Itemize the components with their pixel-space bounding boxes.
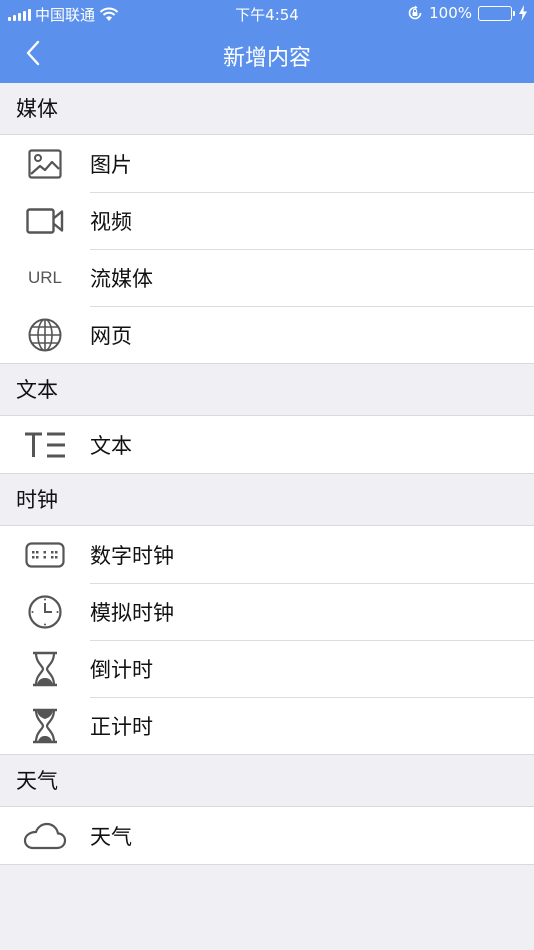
- list-item-label: 流媒体: [90, 266, 153, 291]
- list-item-digital-clock[interactable]: 数字时钟: [0, 526, 534, 583]
- image-icon: [0, 135, 90, 192]
- battery-percent: 100%: [429, 4, 472, 22]
- list-item-label: 模拟时钟: [90, 600, 174, 625]
- section-text: 文本: [0, 416, 534, 474]
- list-item-label: 文本: [90, 433, 132, 458]
- status-right: 100%: [407, 4, 528, 22]
- list-item-stream[interactable]: URL 流媒体: [0, 249, 534, 306]
- section-header-text: 文本: [0, 364, 534, 416]
- text-icon: [0, 416, 90, 473]
- analog-clock-icon: [0, 583, 90, 640]
- page-title: 新增内容: [222, 46, 311, 71]
- list-item-label: 图片: [90, 152, 132, 177]
- section-header-media: 媒体: [0, 83, 534, 135]
- top-bar: 中国联通 下午4:54 100% 新增内容: [0, 0, 534, 83]
- content-list: 媒体 图片 视频 URL 流媒体 网页 文本 文本 时钟 数字时钟 模拟时钟 倒…: [0, 83, 534, 865]
- globe-icon: [0, 306, 90, 363]
- cloud-icon: [0, 807, 90, 864]
- list-item-text[interactable]: 文本: [0, 416, 534, 473]
- section-header-clock: 时钟: [0, 474, 534, 526]
- url-icon: URL: [0, 249, 90, 306]
- charging-icon: [519, 5, 527, 21]
- list-item-label: 天气: [90, 824, 132, 849]
- hourglass-down-icon: [0, 640, 90, 697]
- section-weather: 天气: [0, 807, 534, 865]
- list-item-webpage[interactable]: 网页: [0, 306, 534, 363]
- section-media: 图片 视频 URL 流媒体 网页: [0, 135, 534, 364]
- list-item-label: 正计时: [90, 714, 153, 739]
- list-item-image[interactable]: 图片: [0, 135, 534, 192]
- list-item-count-up[interactable]: 正计时: [0, 697, 534, 754]
- list-item-video[interactable]: 视频: [0, 192, 534, 249]
- navigation-bar: 新增内容: [0, 28, 534, 83]
- list-item-analog-clock[interactable]: 模拟时钟: [0, 583, 534, 640]
- battery-icon: [478, 5, 515, 21]
- list-item-countdown[interactable]: 倒计时: [0, 640, 534, 697]
- list-item-label: 视频: [90, 209, 132, 234]
- section-header-weather: 天气: [0, 755, 534, 807]
- digital-clock-icon: [0, 526, 90, 583]
- list-item-weather[interactable]: 天气: [0, 807, 534, 864]
- list-item-label: 网页: [90, 323, 132, 348]
- rotation-lock-icon: [408, 5, 422, 20]
- section-clock: 数字时钟 模拟时钟 倒计时 正计时: [0, 526, 534, 755]
- hourglass-up-icon: [0, 697, 90, 754]
- status-bar: 中国联通 下午4:54 100%: [0, 0, 534, 28]
- list-item-label: 倒计时: [90, 657, 153, 682]
- url-icon-text: URL: [27, 267, 62, 287]
- video-icon: [0, 192, 90, 249]
- list-item-label: 数字时钟: [90, 543, 174, 568]
